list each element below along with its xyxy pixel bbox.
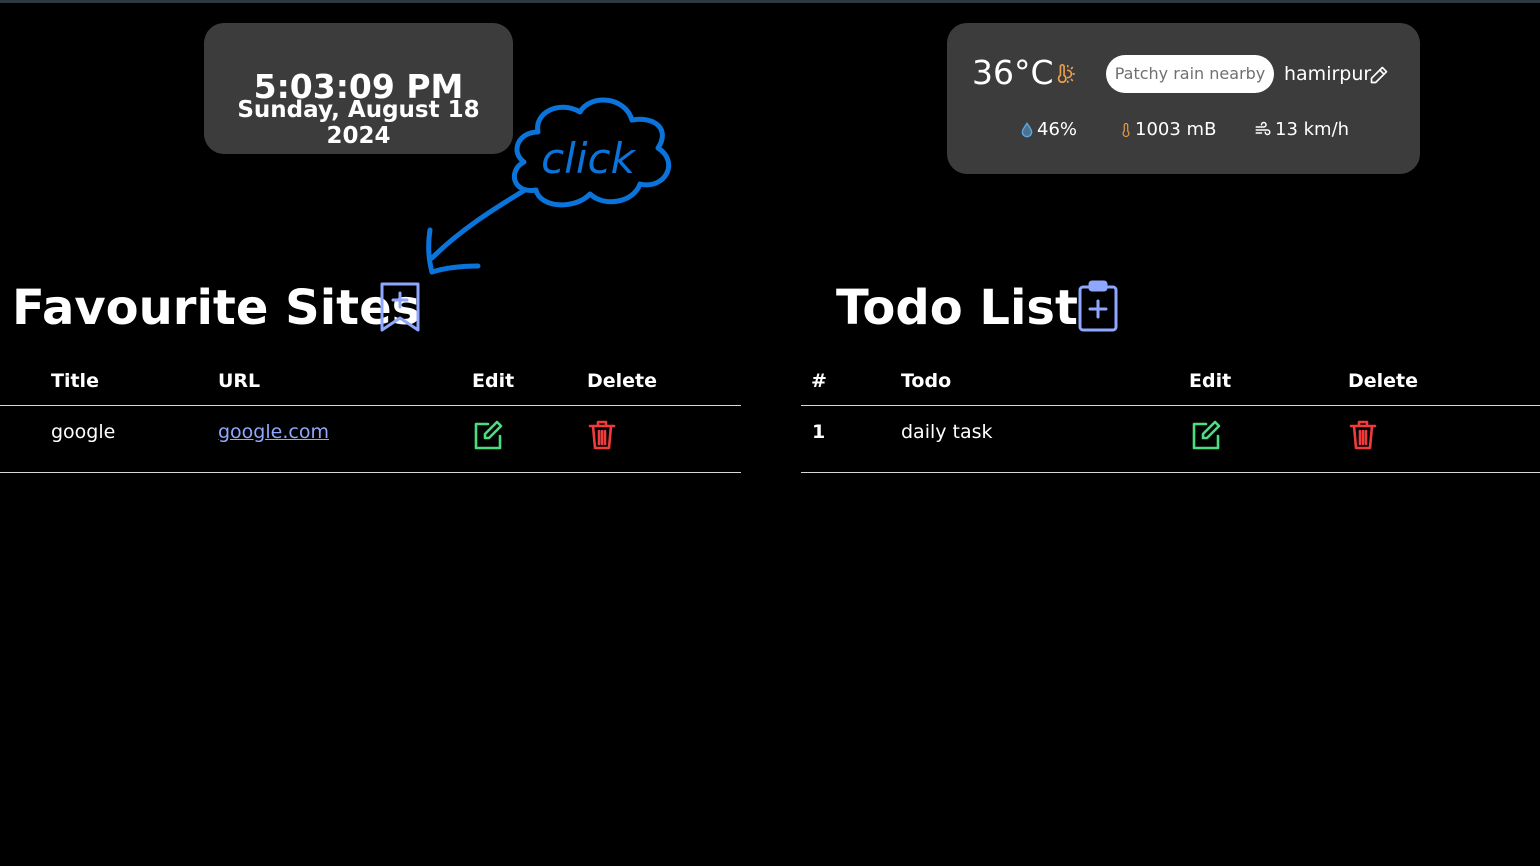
wind-value: 13 km/h xyxy=(1275,119,1350,140)
weather-wind: 13 km/h xyxy=(1253,119,1349,140)
site-title: google xyxy=(51,421,116,443)
weather-humidity: 46% xyxy=(1019,119,1077,140)
edit-icon[interactable] xyxy=(472,420,504,450)
favourite-sites-title: Favourite Sites xyxy=(12,280,421,336)
site-url-link[interactable]: google.com xyxy=(218,421,329,443)
col-edit: Edit xyxy=(472,370,515,392)
weather-temperature: 36°C xyxy=(972,53,1054,92)
humidity-value: 46% xyxy=(1037,119,1078,140)
annotation-text: click xyxy=(541,134,637,183)
row-divider xyxy=(0,472,741,473)
col-delete: Delete xyxy=(1348,370,1419,392)
wind-icon xyxy=(1255,121,1271,135)
weather-pressure: 1003 mB xyxy=(1119,119,1216,140)
weather-city[interactable]: hamirpur xyxy=(1284,63,1371,85)
weather-condition-pill: Patchy rain nearby xyxy=(1106,55,1274,93)
todo-list-title: Todo List xyxy=(836,280,1078,336)
pressure-value: 1003 mB xyxy=(1135,119,1217,140)
trash-icon[interactable] xyxy=(1349,420,1377,450)
col-number: # xyxy=(811,370,827,392)
clock-card: 5:03:09 PM Sunday, August 18 2024 xyxy=(204,23,513,154)
col-edit: Edit xyxy=(1189,370,1232,392)
clipboard-plus-icon[interactable] xyxy=(1076,280,1120,334)
thermometer-sun-icon xyxy=(1057,64,1075,84)
weather-card: 36°C Patchy rain nearby hamirpur 46% 100… xyxy=(947,23,1420,174)
col-url: URL xyxy=(218,370,261,392)
col-title: Title xyxy=(51,370,99,392)
edit-icon[interactable] xyxy=(1190,420,1222,450)
clock-date: Sunday, August 18 2024 xyxy=(237,97,480,149)
trash-icon[interactable] xyxy=(588,420,616,450)
bookmark-plus-icon[interactable] xyxy=(378,280,422,334)
col-delete: Delete xyxy=(587,370,658,392)
header-divider xyxy=(801,405,1540,406)
todo-number: 1 xyxy=(812,421,826,443)
header-divider xyxy=(0,405,741,406)
col-todo: Todo xyxy=(901,370,952,392)
top-border xyxy=(0,0,1540,3)
thermometer-icon xyxy=(1122,122,1130,137)
droplet-icon xyxy=(1021,121,1033,137)
todo-text: daily task xyxy=(901,421,993,443)
pencil-icon[interactable] xyxy=(1369,65,1389,85)
row-divider xyxy=(801,472,1540,473)
